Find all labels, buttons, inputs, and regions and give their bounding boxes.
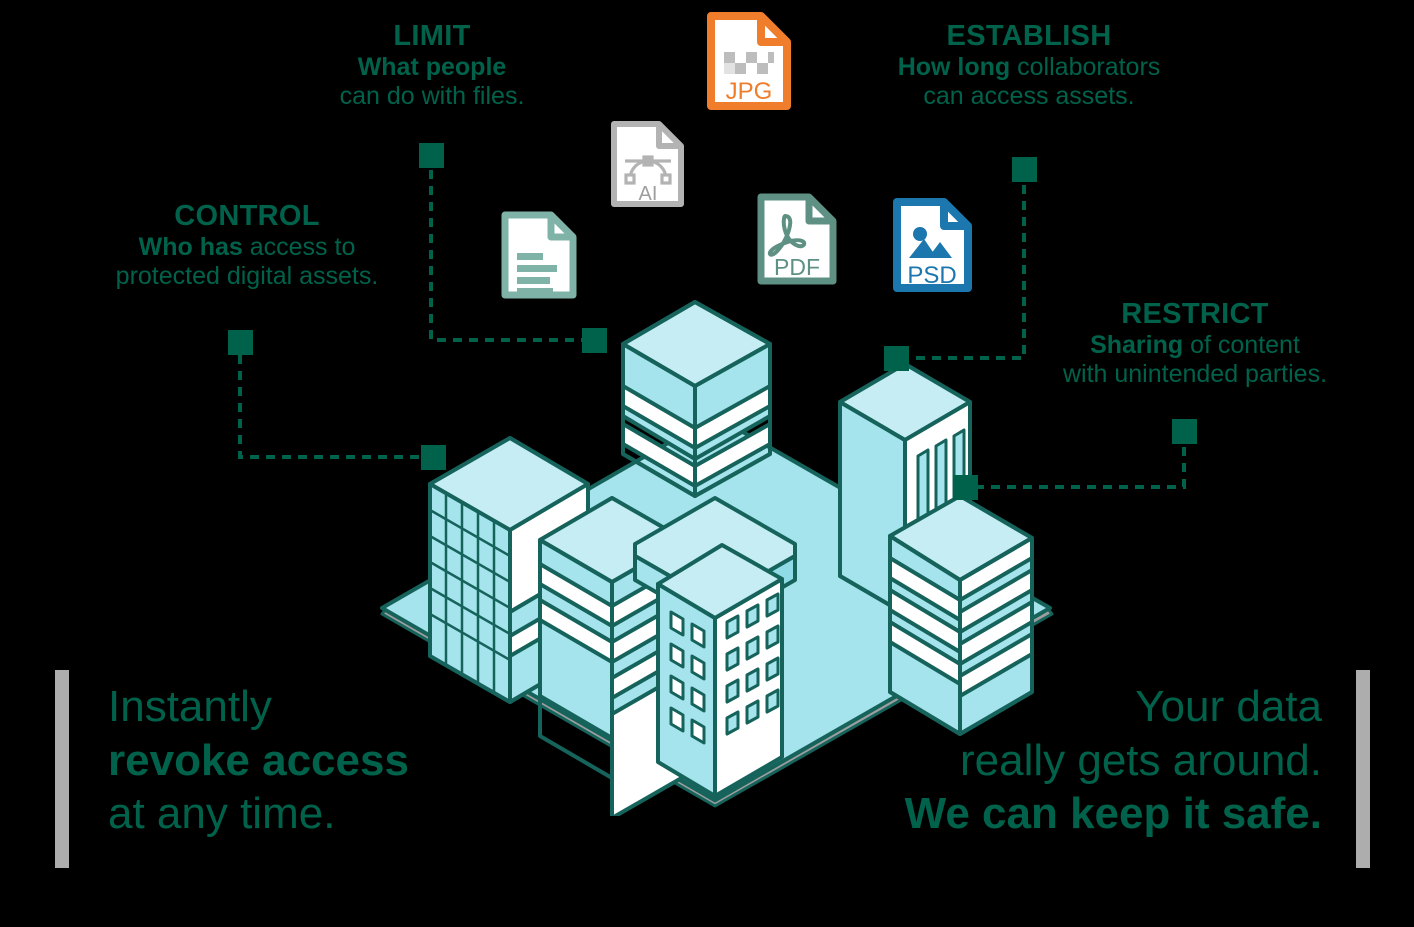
statement-right-line1: Your data: [1135, 682, 1322, 731]
callout-restrict-line1-strong: Sharing: [1090, 331, 1184, 360]
callout-establish-line1-rest: collaborators: [1010, 53, 1161, 82]
right-statement-rule-bar: [1356, 670, 1370, 868]
callout-control-line1-strong: Who has: [138, 233, 243, 262]
statement-right-line3: We can keep it safe.: [904, 789, 1322, 839]
statement-left-line1: Instantly: [108, 682, 272, 731]
callout-limit-line1: What people: [292, 53, 572, 82]
node-limit-top: [419, 143, 444, 168]
infographic-canvas: AI JPG PDF PSD CONTROL Who has access to…: [0, 0, 1414, 927]
callout-restrict-line2: with unintended parties.: [1062, 360, 1328, 389]
file-icon-document: [499, 209, 579, 301]
building-front-main: [633, 496, 797, 798]
statement-left-line2: revoke access: [108, 735, 409, 785]
callout-establish-line1: How long collaborators: [874, 53, 1184, 82]
callout-limit: LIMIT What people can do with files.: [292, 20, 572, 111]
left-statement-rule-bar: [55, 670, 69, 868]
file-icon-ai-label: AI: [639, 183, 658, 205]
statement-left-line3: at any time.: [108, 789, 336, 839]
callout-control: CONTROL Who has access to protected digi…: [92, 200, 402, 291]
file-icon-pdf: PDF: [755, 191, 839, 287]
node-restrict-end: [953, 475, 978, 500]
callout-restrict-line1-rest: of content: [1183, 331, 1300, 360]
callout-control-line2: protected digital assets.: [115, 262, 379, 291]
file-icon-ai: AI: [609, 119, 687, 209]
file-icon-jpg: JPG: [704, 10, 794, 112]
node-establish-end: [884, 346, 909, 371]
node-restrict-top: [1172, 419, 1197, 444]
file-icon-pdf-label: PDF: [774, 254, 820, 280]
callout-limit-line1-strong: What people: [357, 53, 507, 82]
callout-establish-title: ESTABLISH: [946, 20, 1112, 52]
node-limit-end: [582, 328, 607, 353]
node-establish-top: [1012, 157, 1037, 182]
node-control-top: [228, 330, 253, 355]
file-icon-jpg-label: JPG: [726, 78, 773, 105]
statement-right-line2: really gets around.: [960, 735, 1322, 785]
node-control-end: [421, 445, 446, 470]
callout-restrict-title: RESTRICT: [1121, 298, 1269, 330]
callout-establish-line2: can access assets.: [923, 82, 1135, 111]
callout-establish: ESTABLISH How long collaborators can acc…: [874, 20, 1184, 111]
callout-limit-title: LIMIT: [393, 20, 471, 52]
callout-control-line1-rest: access to: [242, 233, 356, 262]
statement-left: Instantly revoke access at any time.: [108, 680, 409, 841]
callout-restrict: RESTRICT Sharing of content with uninten…: [1040, 298, 1350, 389]
callout-establish-line1-strong: How long: [897, 53, 1011, 82]
callout-limit-line2: can do with files.: [339, 82, 525, 111]
callout-restrict-line1: Sharing of content: [1040, 331, 1350, 360]
file-icon-psd: PSD: [890, 196, 974, 294]
building-center-back: [621, 300, 772, 498]
file-icon-psd-label: PSD: [907, 262, 956, 289]
callout-control-line1: Who has access to: [92, 233, 402, 262]
callout-control-title: CONTROL: [174, 200, 320, 232]
statement-right: Your data really gets around. We can kee…: [905, 680, 1322, 841]
